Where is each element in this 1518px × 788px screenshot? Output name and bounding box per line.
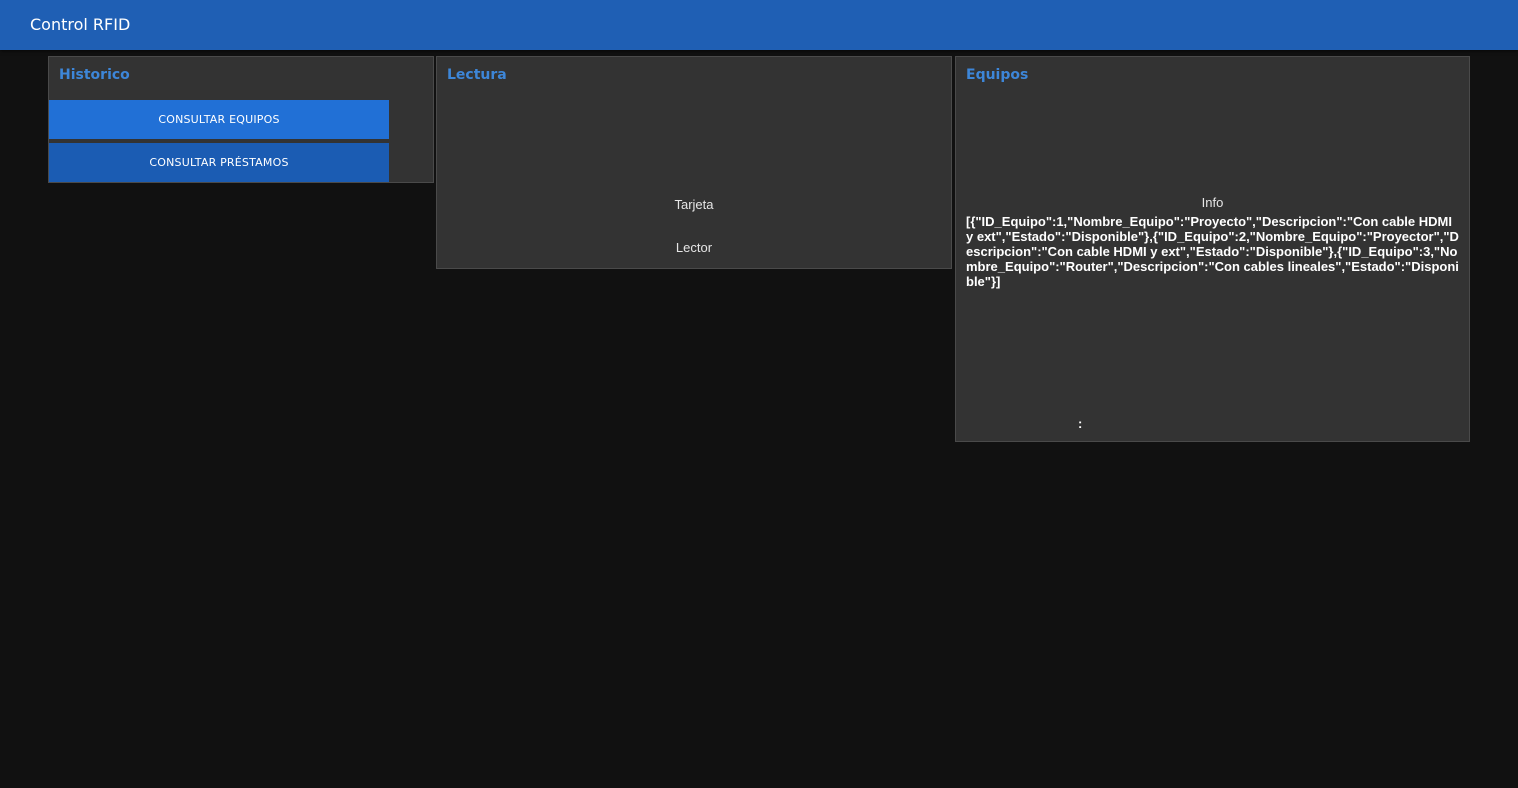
tarjeta-label: Tarjeta xyxy=(674,197,714,212)
info-label: Info xyxy=(1201,195,1224,210)
footer-colon: : xyxy=(1078,416,1083,431)
equipos-json-output: [{"ID_Equipo":1,"Nombre_Equipo":"Proyect… xyxy=(966,214,1459,289)
lectura-title: Lectura xyxy=(447,67,507,83)
app-title: Control RFID xyxy=(30,15,131,34)
equipos-title: Equipos xyxy=(966,67,1029,83)
consultar-equipos-button[interactable]: CONSULTAR EQUIPOS xyxy=(49,100,389,139)
historico-panel: Historico CONSULTAR EQUIPOS CONSULTAR PR… xyxy=(48,56,434,183)
equipos-panel: Equipos Info [{"ID_Equipo":1,"Nombre_Equ… xyxy=(955,56,1470,442)
top-app-bar: Control RFID xyxy=(0,0,1518,50)
historico-title: Historico xyxy=(59,67,130,83)
lectura-panel: Lectura Tarjeta Lector xyxy=(436,56,952,269)
consultar-prestamos-button[interactable]: CONSULTAR PRÉSTAMOS xyxy=(49,143,389,182)
lector-label: Lector xyxy=(675,240,713,255)
